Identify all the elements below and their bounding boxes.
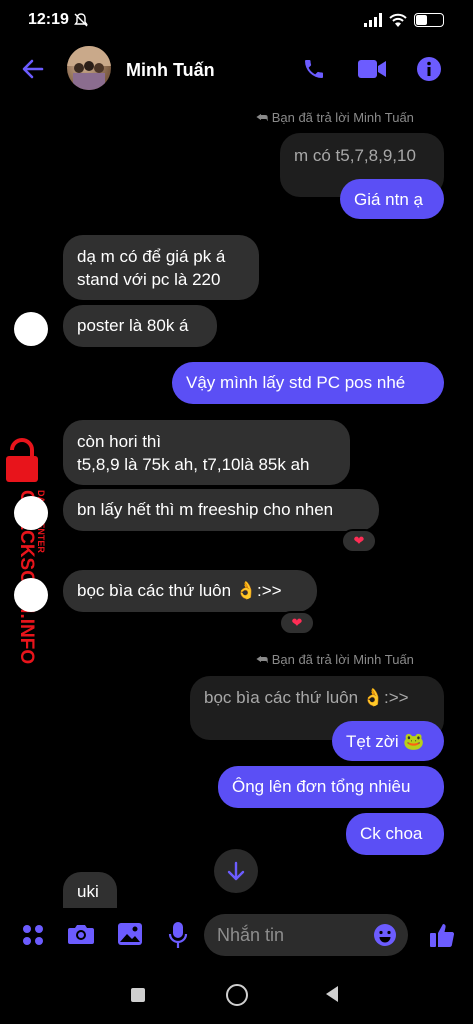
home-circle-icon[interactable] [226,984,248,1006]
reply-note-text: Bạn đã trả lời Minh Tuấn [271,652,414,667]
message-line: stand với pc là 220 [77,270,221,289]
info-icon[interactable] [416,56,442,82]
heart-reaction[interactable]: ❤ [341,529,377,553]
heart-reaction[interactable]: ❤ [279,611,315,635]
arrow-down-icon [227,861,245,881]
recents-square-icon[interactable] [131,988,145,1002]
heart-icon: ❤ [291,615,303,630]
message-line: còn hori thì [77,432,162,451]
incoming-message[interactable]: còn hori thì t5,8,9 là 75k ah, t7,10là 8… [63,420,350,485]
lock-logo-icon: CHECKSCAM.INFO DATA CENTER [6,438,46,664]
camera-icon[interactable] [67,922,95,946]
reply-note: ⮪ Bạn đã trả lời Minh Tuấn [256,652,414,668]
reply-note: ⮪ Bạn đã trả lời Minh Tuấn [256,110,414,126]
message-input-placeholder: Nhắn tin [217,925,285,945]
message-input[interactable]: Nhắn tin [204,914,408,956]
signal-icon [364,13,382,27]
heart-icon: ❤ [353,533,365,548]
outgoing-message[interactable]: Ck choa [346,813,444,855]
back-arrow-icon[interactable] [20,56,46,82]
sender-avatar[interactable] [14,496,48,530]
wifi-icon [389,13,407,27]
battery-level: 30 [422,13,436,25]
incoming-message[interactable]: bn lấy hết thì m freeship cho nhen [63,489,379,531]
phone-call-icon[interactable] [302,57,326,81]
incoming-message[interactable]: dạ m có để giá pk á stand với pc là 220 [63,235,259,300]
incoming-message[interactable]: uki [63,872,117,908]
watermark: CHECKSCAM.INFO DATA CENTER [2,436,50,666]
back-triangle-icon[interactable] [324,985,340,1003]
reply-arrow-icon: ⮪ [256,652,272,667]
gallery-icon[interactable] [117,922,143,946]
message-line: dạ m có để giá pk á [77,247,226,266]
bell-muted-icon [74,13,88,27]
contact-avatar[interactable] [67,46,111,90]
group-photo-icon [67,46,111,90]
contact-name[interactable]: Minh Tuấn [126,60,215,81]
incoming-message[interactable]: bọc bìa các thứ luôn 👌:>> [63,570,317,612]
emoji-icon[interactable] [373,923,397,947]
microphone-icon[interactable] [168,921,188,949]
scroll-to-bottom-button[interactable] [214,849,258,893]
sender-avatar[interactable] [14,312,48,346]
outgoing-message[interactable]: Ông lên đơn tổng nhiêu [218,766,444,808]
outgoing-message[interactable]: Tẹt zời 🐸 [332,721,444,761]
sender-avatar[interactable] [14,578,48,612]
menu-dots-icon[interactable] [21,923,45,947]
video-call-icon[interactable] [357,58,387,80]
reply-note-text: Bạn đã trả lời Minh Tuấn [271,110,414,125]
incoming-message[interactable]: poster là 80k á [63,305,217,347]
outgoing-message[interactable]: Giá ntn ạ [340,179,444,219]
outgoing-message[interactable]: Vậy mình lấy std PC pos nhé [172,362,444,404]
message-line: t5,8,9 là 75k ah, t7,10là 85k ah [77,455,310,474]
status-time: 12:19 [28,11,69,28]
like-thumb-icon[interactable] [428,921,456,949]
reply-arrow-icon: ⮪ [256,110,272,125]
status-bar: 12:19 30 [0,0,473,40]
battery-icon: 30 [414,13,444,27]
